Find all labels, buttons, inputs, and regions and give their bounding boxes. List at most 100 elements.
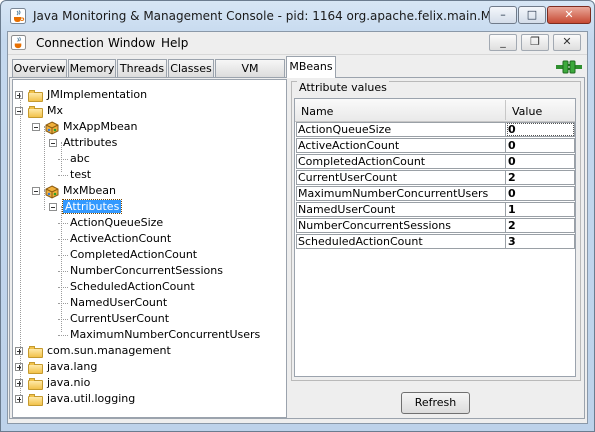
- tree-node-label: MaximumNumberConcurrentUsers: [70, 328, 261, 341]
- tree-connector: [58, 255, 68, 256]
- tree-connector: [61, 142, 62, 172]
- tree-connector: [58, 239, 68, 240]
- attribute-value-cell[interactable]: 2: [506, 218, 575, 233]
- tree-connector: [58, 319, 68, 320]
- tree-connector: [44, 190, 45, 210]
- collapse-icon[interactable]: [32, 187, 40, 195]
- attribute-value-cell[interactable]: 0: [506, 122, 575, 137]
- internal-restore-button[interactable]: ❐: [521, 34, 549, 51]
- collapse-icon[interactable]: [49, 203, 57, 211]
- tree-node-label: java.nio: [47, 376, 91, 389]
- tree-node-label: CompletedActionCount: [70, 248, 198, 261]
- folder-icon: [28, 378, 43, 390]
- folder-icon: [28, 90, 43, 102]
- collapse-icon[interactable]: [32, 123, 40, 131]
- minimize-icon: –: [500, 8, 506, 21]
- attribute-values-title: Attribute values: [297, 81, 389, 94]
- attribute-name-cell: NamedUserCount: [296, 202, 506, 217]
- attribute-name-cell: MaximumNumberConcurrentUsers: [296, 186, 506, 201]
- refresh-button[interactable]: Refresh: [401, 392, 470, 414]
- attribute-value-cell[interactable]: 1: [506, 202, 575, 217]
- mbean-icon: [45, 185, 59, 199]
- collapse-icon[interactable]: [49, 139, 57, 147]
- attribute-value-cell[interactable]: 0: [506, 186, 575, 201]
- minimize-icon: _: [500, 35, 506, 48]
- folder-icon: [28, 106, 43, 118]
- attribute-value-cell[interactable]: 2: [506, 170, 575, 185]
- close-icon: ✕: [562, 35, 572, 48]
- folder-icon: [28, 346, 43, 358]
- connection-status-icon[interactable]: [556, 60, 582, 74]
- tree-node-label: Mx: [47, 104, 64, 117]
- tree-node-label: JMImplementation: [47, 88, 148, 101]
- attribute-value-cell[interactable]: 3: [506, 234, 575, 249]
- tree-node-label: abc: [70, 152, 90, 165]
- tree-node-label: java.lang: [47, 360, 98, 373]
- tree-node-label: Attributes: [61, 199, 123, 214]
- folder-icon: [28, 394, 43, 406]
- close-icon: ✕: [564, 8, 574, 21]
- window-title: Java Monitoring & Management Console - p…: [33, 9, 510, 23]
- internal-minimize-button[interactable]: _: [489, 34, 517, 51]
- expand-icon[interactable]: [15, 347, 23, 355]
- tree-node-label: java.util.logging: [47, 392, 136, 405]
- tree-node-label: MxMbean: [63, 184, 116, 197]
- restore-icon: ❐: [530, 35, 540, 48]
- attribute-name-cell: ActiveActionCount: [296, 138, 506, 153]
- attribute-name-cell: CurrentUserCount: [296, 170, 506, 185]
- expand-icon[interactable]: [15, 379, 23, 387]
- tree-node-label: NumberConcurrentSessions: [70, 264, 223, 277]
- tab-threads[interactable]: Threads: [117, 59, 167, 77]
- tree-connector: [58, 223, 68, 224]
- tree-node-label: test: [70, 168, 92, 181]
- expand-icon[interactable]: [15, 363, 23, 371]
- tree-node-label: ActionQueueSize: [70, 216, 164, 229]
- tree-connector: [58, 303, 68, 304]
- tree-node-label: NamedUserCount: [70, 296, 168, 309]
- maximize-icon: □: [526, 8, 538, 21]
- minimize-button[interactable]: –: [489, 6, 517, 24]
- tab-memory[interactable]: Memory: [68, 59, 116, 77]
- tab-mbeans[interactable]: MBeans: [286, 56, 336, 78]
- attribute-name-cell: ActionQueueSize: [296, 122, 506, 137]
- close-button[interactable]: ✕: [547, 6, 591, 24]
- attribute-name-cell: CompletedActionCount: [296, 154, 506, 169]
- tree-node-label: MxAppMbean: [63, 120, 138, 133]
- tree-node-label: ActiveActionCount: [70, 232, 172, 245]
- column-divider[interactable]: [505, 100, 506, 120]
- menu-connection[interactable]: Connection: [36, 36, 104, 50]
- expand-icon[interactable]: [15, 395, 23, 403]
- tree-node-label: com.sun.management: [47, 344, 171, 357]
- column-header-value[interactable]: Value: [512, 105, 542, 118]
- tree-node-label: Attributes: [63, 136, 118, 149]
- tree-node-label: CurrentUserCount: [70, 312, 170, 325]
- expand-icon[interactable]: [15, 91, 23, 99]
- tree-connector: [58, 287, 68, 288]
- tree-connector: [44, 126, 45, 194]
- tab-overview[interactable]: Overview: [12, 59, 67, 77]
- internal-close-button[interactable]: ✕: [553, 34, 581, 51]
- tree-connector: [58, 271, 68, 272]
- maximize-button[interactable]: □: [518, 6, 546, 24]
- attribute-name-cell: NumberConcurrentSessions: [296, 218, 506, 233]
- menu-window[interactable]: Window: [108, 36, 155, 50]
- tab-vm-summary[interactable]: VM Summary: [215, 59, 285, 92]
- menu-help[interactable]: Help: [161, 36, 188, 50]
- folder-icon: [28, 362, 43, 374]
- column-header-name[interactable]: Name: [301, 105, 333, 118]
- collapse-icon[interactable]: [15, 107, 23, 115]
- mbean-icon: [45, 121, 59, 135]
- attribute-value-cell[interactable]: 0: [506, 138, 575, 153]
- tree-connector: [20, 95, 21, 395]
- java-cup-icon: [10, 8, 26, 24]
- menu-bar: Connection Window Help _ ❐ ✕: [8, 32, 587, 55]
- tab-classes[interactable]: Classes: [168, 59, 214, 77]
- tree-connector: [58, 159, 68, 160]
- tree-connector: [61, 206, 62, 332]
- tree-connector: [58, 335, 68, 336]
- tree-node-label: ScheduledActionCount: [70, 280, 195, 293]
- attribute-value-cell[interactable]: 0: [506, 154, 575, 169]
- java-cup-icon[interactable]: [11, 35, 26, 50]
- attribute-name-cell: ScheduledActionCount: [296, 234, 506, 249]
- tree-connector: [58, 175, 68, 176]
